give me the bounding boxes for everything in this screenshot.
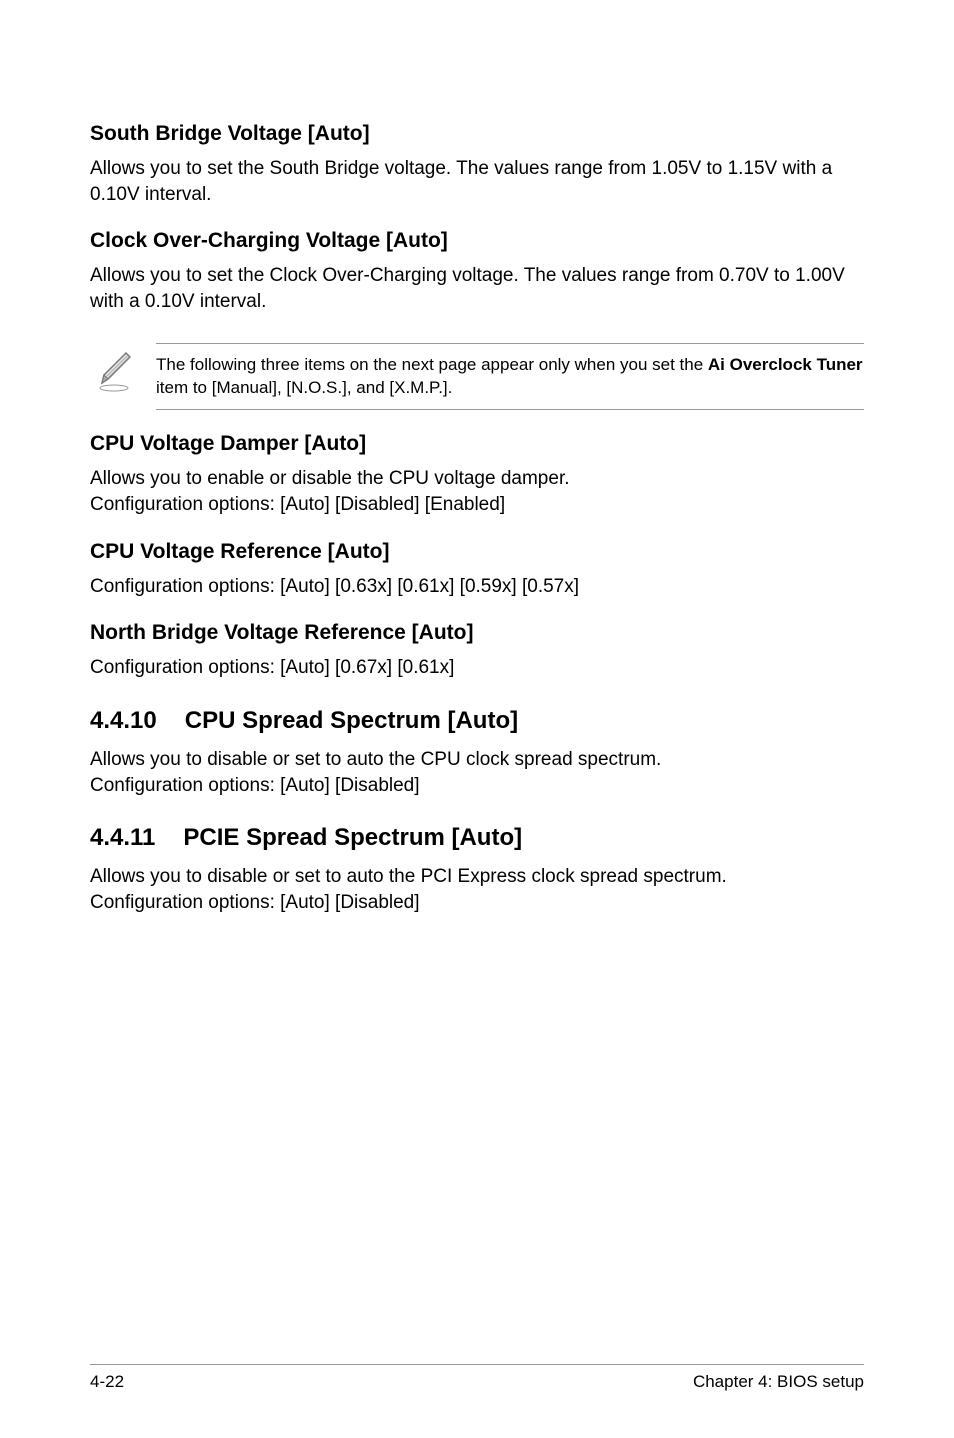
note-text-wrapper: The following three items on the next pa… [156, 343, 864, 411]
section-4410-heading: 4.4.10 CPU Spread Spectrum [Auto] [90, 707, 864, 735]
nb-ref-heading: North Bridge Voltage Reference [Auto] [90, 621, 864, 645]
note-bold: Ai Overclock Tuner [708, 355, 863, 374]
note-pencil-icon [90, 345, 138, 393]
section-4411-body2: Configuration options: [Auto] [Disabled] [90, 890, 864, 916]
section-4410-title: CPU Spread Spectrum [Auto] [185, 707, 518, 735]
page-footer: 4-22 Chapter 4: BIOS setup [90, 1364, 864, 1392]
south-bridge-heading: South Bridge Voltage [Auto] [90, 122, 864, 146]
clock-over-heading: Clock Over-Charging Voltage [Auto] [90, 229, 864, 253]
section-4411-body1: Allows you to disable or set to auto the… [90, 864, 864, 890]
note-text: The following three items on the next pa… [156, 354, 864, 400]
footer-chapter-label: Chapter 4: BIOS setup [693, 1372, 864, 1392]
south-bridge-body: Allows you to set the South Bridge volta… [90, 156, 864, 207]
cpu-ref-body: Configuration options: [Auto] [0.63x] [0… [90, 574, 864, 600]
section-4411-heading: 4.4.11 PCIE Spread Spectrum [Auto] [90, 824, 864, 852]
cpu-ref-heading: CPU Voltage Reference [Auto] [90, 540, 864, 564]
nb-ref-body: Configuration options: [Auto] [0.67x] [0… [90, 655, 864, 681]
cpu-damper-body2: Configuration options: [Auto] [Disabled]… [90, 492, 864, 518]
section-4411-title: PCIE Spread Spectrum [Auto] [183, 824, 522, 852]
note-callout: The following three items on the next pa… [90, 343, 864, 411]
section-4410-body1: Allows you to disable or set to auto the… [90, 747, 864, 773]
section-4411-num: 4.4.11 [90, 824, 155, 852]
cpu-damper-heading: CPU Voltage Damper [Auto] [90, 432, 864, 456]
note-prefix: The following three items on the next pa… [156, 355, 708, 374]
clock-over-body: Allows you to set the Clock Over-Chargin… [90, 263, 864, 314]
note-suffix: item to [Manual], [N.O.S.], and [X.M.P.]… [156, 378, 452, 397]
section-4410-num: 4.4.10 [90, 707, 157, 735]
cpu-damper-body1: Allows you to enable or disable the CPU … [90, 466, 864, 492]
section-4410-body2: Configuration options: [Auto] [Disabled] [90, 773, 864, 799]
footer-page-number: 4-22 [90, 1372, 124, 1392]
